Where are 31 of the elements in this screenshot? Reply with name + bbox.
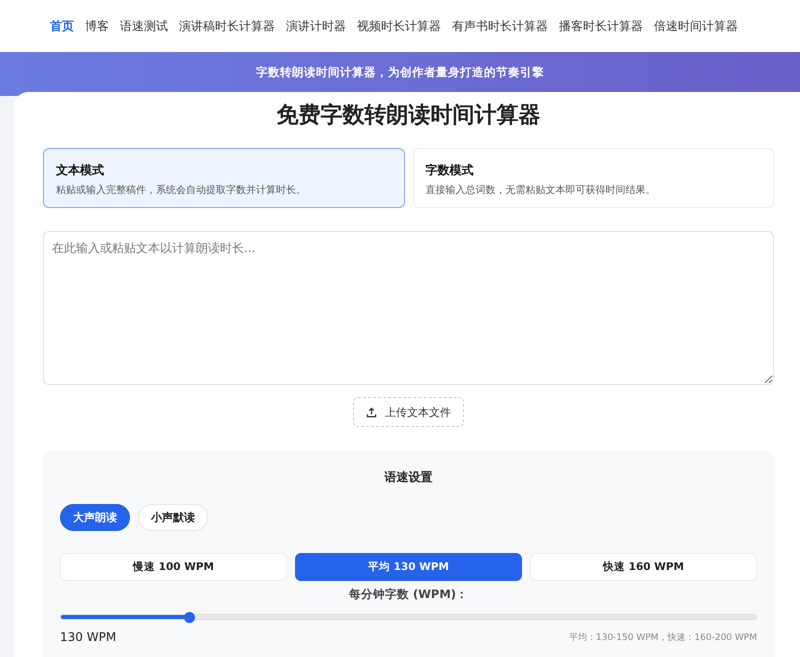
reading-type-tab[interactable]: 大声朗读	[60, 504, 130, 531]
panel-title: 语速设置	[383, 469, 434, 486]
slider-label: 每分钟字数 (WPM)：	[348, 587, 470, 602]
page-title: 免费字数转朗读时间计算器	[276, 102, 542, 130]
slider-track[interactable]	[60, 614, 757, 620]
speed-hint: 平均：130-150 WPM，快速：160-200 WPM	[568, 632, 757, 644]
nav-link[interactable]: 播客时长计算器	[559, 18, 643, 34]
speed-preset-button[interactable]: 快速 160 WPM	[530, 553, 757, 581]
nav-link[interactable]: 演讲稿时长计算器	[179, 18, 275, 34]
mode-title: 字数模式	[426, 162, 474, 179]
nav-link[interactable]: 视频时长计算器	[357, 18, 441, 34]
nav-link[interactable]: 有声书时长计算器	[452, 18, 548, 34]
banner-text: 字数转朗读时间计算器，为创作者量身打造的节奏引擎	[256, 64, 544, 80]
nav-link[interactable]: 演讲计时器	[286, 18, 346, 34]
text-input-field[interactable]: 在此输入或粘贴文本以计算朗读时长...	[43, 231, 774, 385]
upload-icon	[366, 406, 377, 418]
mode-description: 粘贴或输入完整稿件，系统会自动提取字数并计算时长。	[56, 184, 307, 197]
slider-thumb[interactable]	[184, 612, 196, 622]
mode-card[interactable]: 字数模式 直接输入总词数，无需粘贴文本即可获得时间结果。	[412, 148, 774, 208]
reading-type-tab[interactable]: 小声默读	[138, 504, 208, 531]
wpm-reading: 130 WPM	[60, 630, 116, 644]
nav-link[interactable]: 首页	[50, 18, 74, 34]
mode-description: 直接输入总词数，无需粘贴文本即可获得时间结果。	[426, 184, 656, 197]
speed-preset-button[interactable]: 慢速 100 WPM	[60, 553, 287, 581]
nav-link[interactable]: 倍速时间计算器	[654, 18, 738, 34]
nav-link[interactable]: 语速测试	[120, 18, 168, 34]
mode-card[interactable]: 文本模式 粘贴或输入完整稿件，系统会自动提取字数并计算时长。	[43, 148, 404, 208]
mode-title: 文本模式	[56, 162, 105, 179]
upload-button[interactable]: 上传文本文件	[353, 397, 464, 427]
speed-preset-button[interactable]: 平均 130 WPM	[295, 553, 522, 581]
nav-link[interactable]: 博客	[85, 18, 109, 34]
